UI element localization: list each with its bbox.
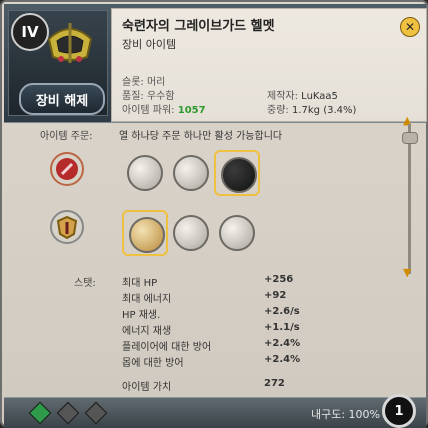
gem-icon bbox=[28, 401, 52, 425]
empty-slot-icon bbox=[127, 155, 163, 191]
stat-value-3: +1.1/s bbox=[264, 322, 300, 333]
quality-text: 품질: 우수함 bbox=[122, 91, 175, 102]
order-slot-1-3-active[interactable] bbox=[214, 150, 260, 196]
maker-row: 제작자: LuKaa5 bbox=[267, 87, 338, 102]
slot-text: 슬롯: 머리 bbox=[122, 77, 166, 88]
stat-value-2: +2.6/s bbox=[264, 306, 300, 317]
helmet-icon bbox=[47, 23, 93, 63]
unequip-button[interactable]: 장비 해제 bbox=[19, 83, 105, 115]
stat-row-5: 몹에 대한 방어 bbox=[122, 358, 184, 369]
item-tooltip-window: IV 장비 해제 숙련자의 그레이브가드 헬멧 장비 아이템 ✕ 슬롯: 머리 … bbox=[0, 0, 428, 428]
scroll-thumb[interactable] bbox=[402, 132, 418, 144]
stack-count-badge: 1 bbox=[382, 394, 416, 428]
empty-slot-icon bbox=[219, 215, 255, 251]
weight-row: 중량: 1.7kg (3.4%) bbox=[267, 101, 356, 116]
stat-row-1: 최대 에너지 bbox=[122, 294, 172, 305]
stat-value-4: +2.4% bbox=[264, 338, 301, 349]
order-slot-2-2[interactable] bbox=[168, 210, 210, 252]
power-row: 아이템 파워: 1057 bbox=[122, 101, 206, 116]
item-title: 숙련자의 그레이브가드 헬멧 bbox=[122, 19, 275, 34]
stat-row-4: 플레이어에 대한 방어 bbox=[122, 342, 212, 353]
item-portrait: IV 장비 해제 bbox=[8, 10, 108, 116]
order-slot-1-1[interactable] bbox=[122, 150, 164, 192]
weight-value: 1.7kg (3.4%) bbox=[291, 105, 357, 116]
stat-value-1: +92 bbox=[264, 290, 287, 301]
item-value: 272 bbox=[264, 378, 285, 389]
footer: 내구도: 100% 1 bbox=[4, 394, 426, 428]
orders-label: 아이템 주문: bbox=[40, 131, 93, 142]
durability-text: 내구도: 100% bbox=[310, 408, 380, 421]
stats-label: 스탯: bbox=[74, 278, 96, 289]
power-label: 아이템 파워: bbox=[122, 105, 175, 116]
active-order-icon bbox=[129, 217, 165, 253]
scroll-down-arrow[interactable]: ▼ bbox=[403, 266, 411, 279]
stat-row-3: 에너지 재생 bbox=[122, 326, 172, 337]
shield-emblem-icon bbox=[56, 215, 78, 240]
empty-slot-icon bbox=[173, 155, 209, 191]
close-icon: ✕ bbox=[404, 20, 416, 34]
gem-icon bbox=[56, 401, 80, 425]
stat-value-0: +256 bbox=[264, 274, 294, 285]
item-info-panel: 숙련자의 그레이브가드 헬멧 장비 아이템 ✕ 슬롯: 머리 품질: 우수함 아… bbox=[111, 8, 427, 122]
order-column-1-icon bbox=[50, 152, 84, 186]
empty-slot-icon bbox=[173, 215, 209, 251]
order-slot-2-3[interactable] bbox=[214, 210, 256, 252]
weight-label: 중량: bbox=[267, 105, 289, 116]
close-button[interactable]: ✕ bbox=[400, 17, 420, 37]
stat-value-5: +2.4% bbox=[264, 354, 301, 365]
gem-icon bbox=[84, 401, 108, 425]
item-value-label: 아이템 가치 bbox=[122, 382, 172, 393]
header: IV 장비 해제 숙련자의 그레이브가드 헬멧 장비 아이템 ✕ 슬롯: 머리 … bbox=[4, 4, 427, 123]
item-subtitle: 장비 아이템 bbox=[122, 38, 177, 51]
stat-row-2: HP 재생. bbox=[122, 310, 161, 321]
stat-row-0: 최대 HP bbox=[122, 278, 158, 289]
scroll-track[interactable] bbox=[408, 124, 411, 274]
orders-note: 열 하나당 주문 하나만 활성 가능합니다 bbox=[119, 131, 283, 142]
vertical-scrollbar[interactable]: ▲ ▼ bbox=[400, 114, 420, 282]
order-slot-1-2[interactable] bbox=[168, 150, 210, 192]
order-slot-2-1-active[interactable] bbox=[122, 210, 168, 256]
power-value: 1057 bbox=[177, 105, 206, 116]
red-emblem-icon bbox=[56, 158, 78, 180]
order-column-2-icon bbox=[50, 210, 84, 244]
active-order-icon bbox=[221, 157, 257, 193]
